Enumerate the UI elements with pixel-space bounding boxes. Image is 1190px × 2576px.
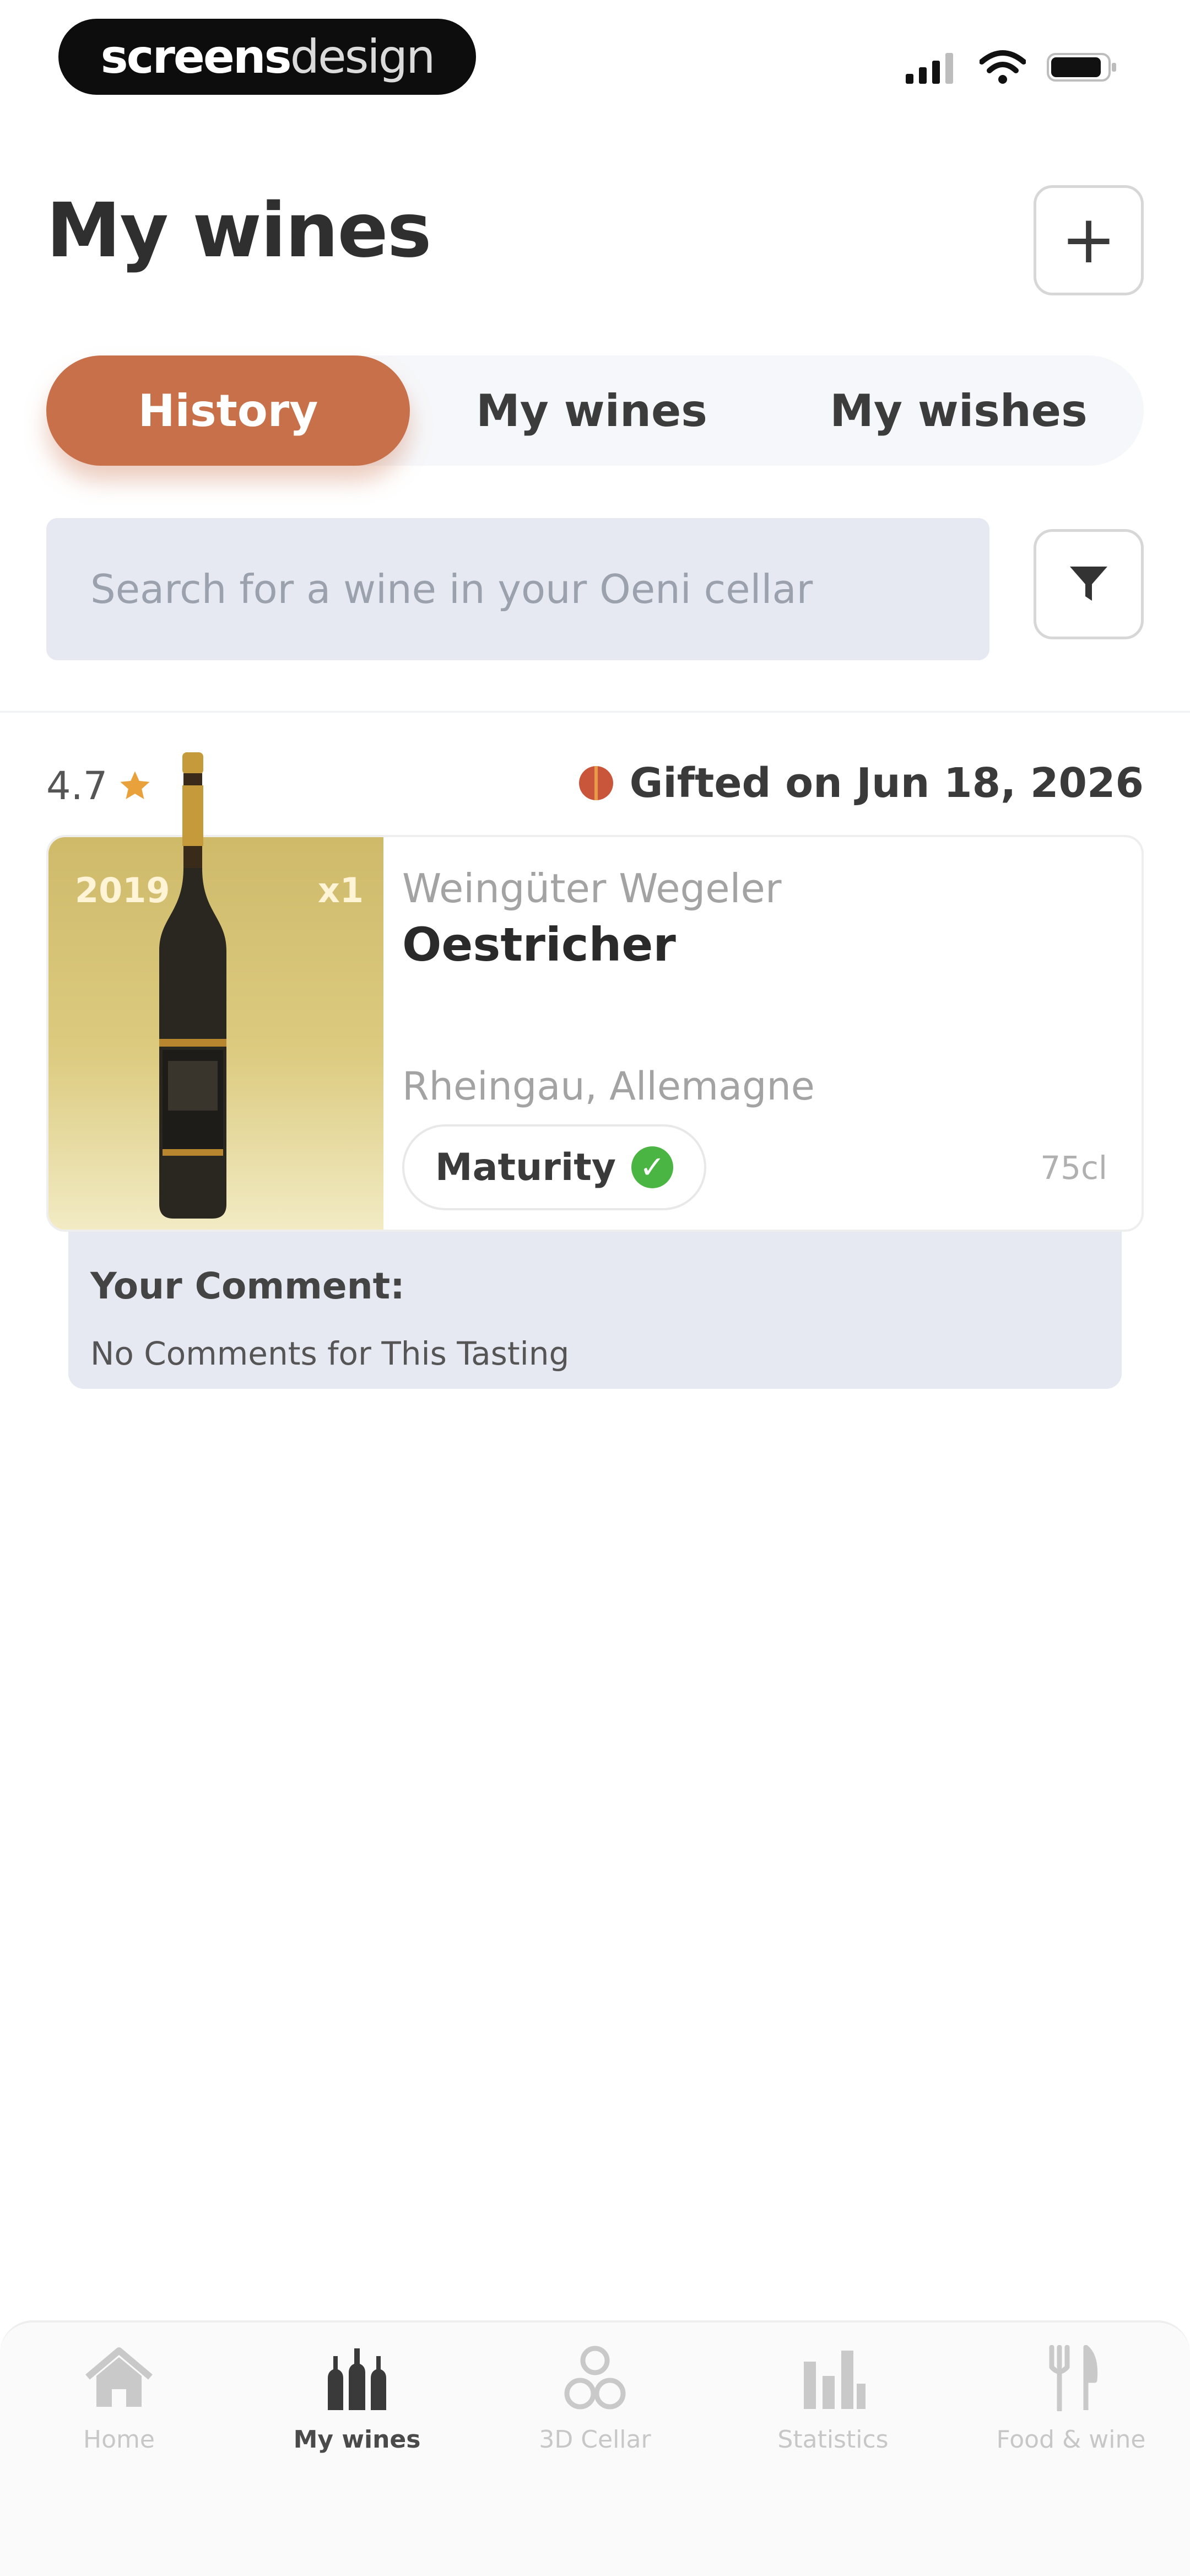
gifted-text: Gifted on Jun 18, 2026 (629, 759, 1144, 807)
maturity-label: Maturity (435, 1145, 616, 1189)
gift-icon (578, 766, 613, 800)
wine-region: Rheingau, Allemagne (402, 1064, 815, 1109)
nav-statistics[interactable]: Statistics (714, 2334, 952, 2477)
star-icon (120, 771, 150, 799)
comment-box: Your Comment: No Comments for This Tasti… (68, 1232, 1122, 1389)
tab-history[interactable]: History (46, 355, 410, 466)
cutlery-icon (1049, 2345, 1098, 2411)
wine-rating: 4.7 (46, 763, 153, 809)
check-icon: ✓ (631, 1146, 674, 1188)
cellar-icon (564, 2346, 626, 2410)
brand-strong-text: screens (100, 30, 292, 84)
battery-icon (1047, 53, 1116, 82)
add-wine-button[interactable]: + (1034, 185, 1144, 295)
divider (0, 711, 1190, 713)
tab-my-wines[interactable]: My wines (410, 355, 774, 466)
status-icons (906, 45, 1118, 89)
nav-3d-cellar-label: 3D Cellar (539, 2426, 651, 2454)
nav-home[interactable]: Home (0, 2334, 238, 2477)
nav-home-label: Home (83, 2426, 155, 2454)
wine-bottle-image (159, 752, 226, 1219)
maturity-badge: Maturity ✓ (402, 1124, 706, 1210)
home-icon (85, 2347, 153, 2407)
bottle-volume: 75cl (1040, 1149, 1107, 1187)
filter-button[interactable] (1034, 529, 1144, 639)
plus-icon: + (1061, 202, 1117, 278)
chart-icon (804, 2351, 866, 2409)
nav-my-wines-label: My wines (293, 2426, 421, 2454)
filter-icon (1070, 567, 1107, 601)
gifted-info: Gifted on Jun 18, 2026 (578, 759, 1144, 807)
page-title: My wines (46, 187, 432, 274)
nav-my-wines[interactable]: My wines (238, 2334, 476, 2477)
wifi-icon (980, 50, 1026, 84)
nav-food-wine-label: Food & wine (996, 2426, 1146, 2454)
comment-title: Your Comment: (90, 1265, 405, 1307)
tab-my-wishes[interactable]: My wishes (774, 355, 1144, 466)
signal-icon (906, 53, 953, 84)
search-input[interactable]: Search for a wine in your Oeni cellar (46, 518, 989, 660)
nav-statistics-label: Statistics (777, 2426, 889, 2454)
nav-3d-cellar[interactable]: 3D Cellar (476, 2334, 714, 2477)
bottles-icon (328, 2348, 386, 2410)
nav-food-wine[interactable]: Food & wine (952, 2334, 1190, 2477)
search-placeholder: Search for a wine in your Oeni cellar (90, 566, 813, 612)
brand-logo: screens design (58, 19, 476, 95)
bottle-quantity: x1 (317, 870, 364, 910)
comment-text: No Comments for This Tasting (90, 1335, 570, 1372)
wine-name: Oestricher (402, 918, 676, 972)
wine-producer: Weingüter Wegeler (402, 865, 782, 912)
brand-light-text: design (290, 30, 436, 84)
tab-bar: History My wines My wishes (46, 355, 1144, 466)
rating-value: 4.7 (46, 763, 108, 809)
